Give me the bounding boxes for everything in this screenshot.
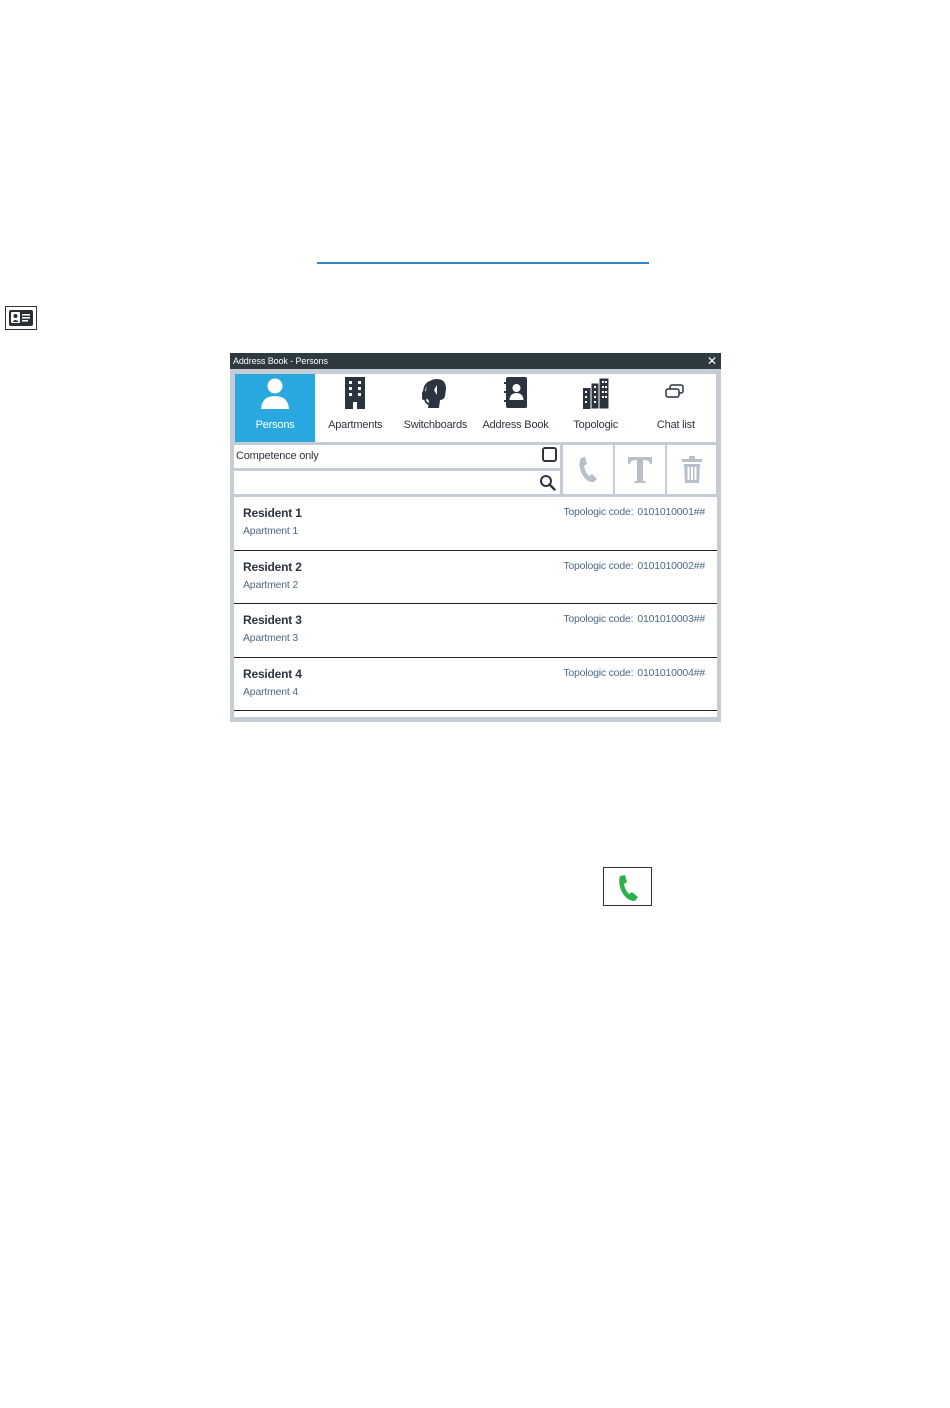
window-titlebar: Address Book - Persons ✕ (230, 353, 721, 369)
topologic-label: Topologic code: (563, 666, 634, 679)
contact-book-icon (503, 377, 527, 408)
tab-label: Apartments (328, 419, 383, 431)
search-input[interactable] (236, 473, 536, 493)
resident-apartment: Apartment 4 (243, 685, 298, 698)
topologic-code: Topologic code: 0101010003## (563, 613, 705, 625)
topologic-code-value: 0101010003## (637, 613, 705, 625)
list-item[interactable]: Resident 4 Apartment 4 Topologic code: 01… (234, 658, 717, 711)
text-message-button[interactable] (615, 445, 665, 494)
delete-button[interactable] (667, 445, 716, 494)
list-item[interactable]: Resident 2 Apartment 2 Topologic code: 01… (234, 551, 717, 604)
headset-operator-icon (422, 379, 447, 408)
topologic-code: Topologic code: 0101010002## (563, 560, 705, 572)
competence-filter: Competence only (234, 445, 560, 468)
search-icon[interactable] (539, 474, 556, 491)
list-item[interactable]: Resident 3 Apartment 3 Topologic code: 01… (234, 604, 717, 658)
tab-address-book[interactable]: Address Book (475, 374, 555, 442)
persons-list: Resident 1 Apartment 1 Topologic code: 01… (234, 497, 717, 717)
topologic-label: Topologic code: (563, 613, 634, 625)
resident-apartment: Apartment 1 (243, 525, 298, 537)
topologic-code-value: 0101010002## (637, 559, 705, 572)
tab-switchboards[interactable]: Switchboards (395, 374, 475, 442)
tab-topologic[interactable]: Topologic (556, 374, 636, 442)
resident-name: Resident 1 (243, 506, 302, 520)
building-icon (345, 377, 366, 409)
competence-checkbox[interactable] (542, 447, 557, 462)
person-icon (261, 378, 290, 409)
topologic-code-value: 0101010004## (637, 666, 705, 679)
address-card-icon (5, 306, 37, 330)
tab-label: Chat list (656, 419, 695, 431)
tab-apartments[interactable]: Apartments (315, 374, 395, 442)
close-icon[interactable]: ✕ (705, 353, 719, 369)
divider-line (317, 262, 649, 264)
topologic-code: Topologic code: 0101010001## (563, 506, 705, 518)
resident-apartment: Apartment 2 (243, 578, 298, 591)
buildings-icon (582, 377, 610, 410)
topologic-code-value: 0101010001## (637, 506, 705, 518)
call-button[interactable] (563, 445, 613, 494)
topologic-label: Topologic code: (563, 559, 634, 572)
competence-label: Competence only (236, 450, 319, 462)
tab-label: Persons (255, 419, 295, 431)
resident-name: Resident 3 (243, 613, 302, 627)
topologic-label: Topologic code: (563, 506, 634, 518)
topologic-code: Topologic code: 0101010004## (563, 667, 705, 679)
window-title: Address Book - Persons (233, 356, 328, 366)
resident-name: Resident 2 (243, 559, 302, 574)
trash-icon (681, 455, 702, 483)
resident-apartment: Apartment 3 (243, 632, 298, 644)
phone-icon (579, 456, 597, 482)
tab-label: Address Book (482, 419, 549, 431)
tab-bar: Persons Apartments Switchboards Address … (235, 374, 716, 442)
chat-bubbles-icon (665, 384, 684, 398)
text-icon (628, 456, 652, 483)
tab-chat-list[interactable]: Chat list (636, 374, 716, 442)
call-green-button[interactable] (603, 867, 652, 906)
resident-name: Resident 4 (243, 666, 302, 681)
address-book-window: Address Book - Persons ✕ Persons Apartme… (230, 353, 721, 722)
list-item[interactable]: Resident 1 Apartment 1 Topologic code: 01… (234, 497, 717, 551)
tab-persons[interactable]: Persons (235, 374, 316, 442)
tab-label: Switchboards (403, 419, 468, 431)
search-bar (234, 471, 560, 494)
tab-label: Topologic (573, 419, 619, 431)
phone-icon (619, 875, 638, 901)
